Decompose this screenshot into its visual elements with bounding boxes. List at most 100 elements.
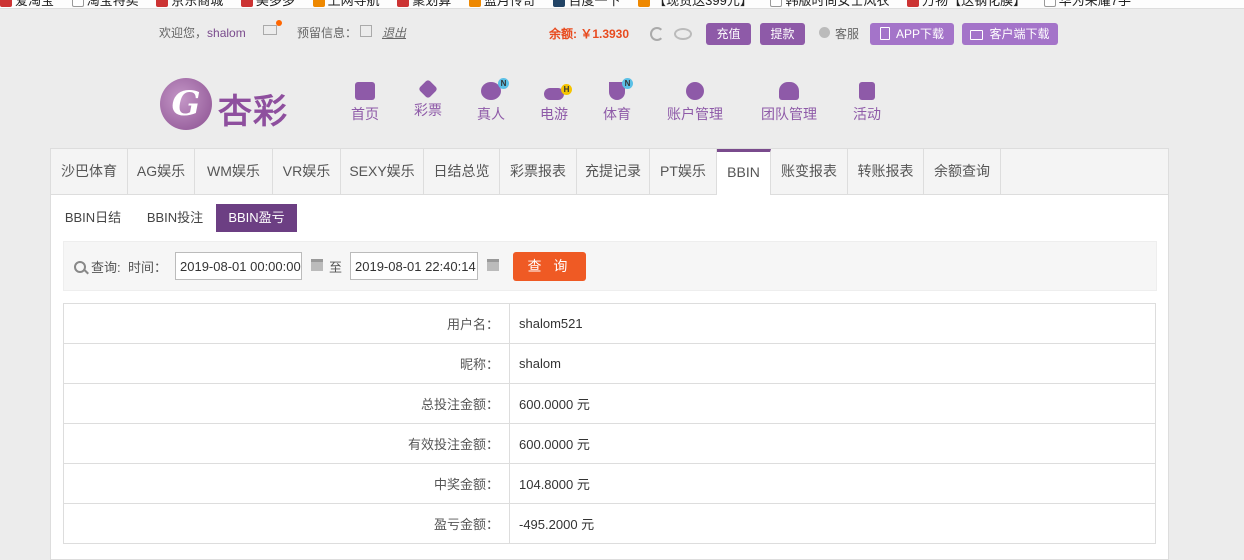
home-icon bbox=[355, 82, 375, 100]
tab-ag[interactable]: AG娱乐 bbox=[128, 149, 195, 194]
row-label: 总投注金额： bbox=[63, 383, 510, 424]
nav-sports[interactable]: N 体育 bbox=[602, 78, 633, 124]
tab-transfer-report[interactable]: 转账报表 bbox=[848, 149, 924, 194]
bookmark-icon bbox=[770, 0, 783, 7]
tab-balance-query[interactable]: 余额查询 bbox=[924, 149, 1001, 194]
bookmark-item[interactable]: 【现货送399元】 bbox=[638, 0, 753, 8]
reserve-info-label: 预留信息： bbox=[297, 26, 358, 40]
balance-display: 余额: ￥1.3930 bbox=[549, 27, 630, 41]
tab-daily-overview[interactable]: 日结总览 bbox=[424, 149, 500, 194]
bookmark-icon bbox=[468, 0, 481, 7]
welcome-text: 欢迎您，shalom bbox=[159, 26, 246, 40]
row-value: shalom521 bbox=[509, 303, 1156, 344]
trophy-icon: N bbox=[609, 78, 633, 100]
query-button[interactable]: 查 询 bbox=[513, 252, 586, 281]
table-row: 总投注金额： 600.0000 元 bbox=[63, 383, 1156, 424]
customer-service-link[interactable]: 客服 bbox=[835, 25, 859, 42]
hide-balance-icon[interactable] bbox=[674, 28, 692, 40]
mail-icon[interactable] bbox=[263, 20, 282, 35]
customer-service-icon[interactable] bbox=[819, 27, 830, 38]
subtab-bbin-profit[interactable]: BBIN盈亏 bbox=[216, 204, 297, 232]
bookmark-icon bbox=[907, 0, 920, 7]
gamepad-icon: H bbox=[544, 84, 572, 100]
tab-pt[interactable]: PT娱乐 bbox=[650, 149, 717, 194]
logout-link[interactable]: 退出 bbox=[382, 24, 406, 41]
nav-team[interactable]: 团队管理 bbox=[759, 82, 819, 124]
bookmark-item[interactable]: 美多多 bbox=[240, 0, 295, 8]
calendar-icon[interactable] bbox=[311, 259, 323, 271]
bookmark-icon bbox=[240, 0, 253, 7]
row-label: 中奖金额： bbox=[63, 463, 510, 504]
bookmark-item[interactable]: 上网导航 bbox=[312, 0, 380, 8]
row-value: 104.8000 元 bbox=[509, 463, 1156, 504]
query-label: 查询: bbox=[91, 260, 121, 275]
monitor-icon bbox=[970, 30, 984, 40]
username: shalom bbox=[207, 26, 246, 40]
nav-lottery[interactable]: 彩票 bbox=[413, 79, 443, 120]
subtab-bbin-daily[interactable]: BBIN日结 bbox=[58, 204, 128, 232]
bookmark-item[interactable]: 蓝月传奇 bbox=[468, 0, 536, 8]
phone-icon bbox=[879, 27, 890, 40]
bookmark-item[interactable]: 韩版时尚女士风衣 bbox=[770, 0, 889, 8]
bookmark-item[interactable]: 万物【送钢化膜】 bbox=[907, 0, 1026, 8]
nav-activity[interactable]: 活动 bbox=[852, 82, 882, 124]
logo-emblem bbox=[160, 78, 212, 130]
nav-egames[interactable]: H 电游 bbox=[539, 82, 572, 124]
nav-live[interactable]: N 真人 bbox=[476, 78, 509, 124]
account-icon bbox=[686, 82, 704, 100]
tab-lottery-report[interactable]: 彩票报表 bbox=[500, 149, 577, 194]
logo-name: 杏彩 bbox=[218, 93, 288, 131]
hot-badge: H bbox=[561, 84, 572, 95]
app-download-button[interactable]: APP下载 bbox=[870, 23, 954, 45]
bookmark-item[interactable]: 爱淘宝 bbox=[0, 0, 54, 8]
tab-vr[interactable]: VR娱乐 bbox=[273, 149, 341, 194]
bookmark-icon bbox=[156, 0, 169, 7]
tab-balance-change[interactable]: 账变报表 bbox=[771, 149, 848, 194]
charge-button[interactable]: 充值 bbox=[706, 23, 751, 45]
row-value: shalom bbox=[509, 343, 1156, 384]
table-row: 中奖金额： 104.8000 元 bbox=[63, 463, 1156, 504]
end-date-input[interactable]: 2019-08-01 22:40:14 bbox=[350, 252, 478, 280]
row-label: 用户名： bbox=[63, 303, 510, 344]
report-tabs: 沙巴体育 AG娱乐 WM娱乐 VR娱乐 SEXY娱乐 日结总览 彩票报表 充提记… bbox=[51, 149, 1168, 195]
top-status-bar: 欢迎您，shalom 预留信息： 退出 余额: ￥1.3930 充值 提款 客服… bbox=[0, 8, 1244, 58]
edit-icon[interactable] bbox=[360, 25, 372, 37]
tab-wm[interactable]: WM娱乐 bbox=[195, 149, 273, 194]
bookmark-icon bbox=[397, 0, 410, 7]
range-separator: 至 bbox=[329, 260, 343, 275]
row-value: -495.2000 元 bbox=[509, 503, 1156, 544]
row-label: 有效投注金额： bbox=[63, 423, 510, 464]
tab-saba-sports[interactable]: 沙巴体育 bbox=[51, 149, 128, 194]
withdraw-button[interactable]: 提款 bbox=[760, 23, 805, 45]
row-label: 盈亏金额： bbox=[63, 503, 510, 544]
bookmark-icon bbox=[1043, 0, 1056, 7]
row-label: 昵称： bbox=[63, 343, 510, 384]
site-logo[interactable]: 杏彩 bbox=[160, 76, 300, 132]
table-row: 有效投注金额： 600.0000 元 bbox=[63, 423, 1156, 464]
calendar-icon[interactable] bbox=[487, 259, 499, 271]
query-bar: 查询: 时间： 2019-08-01 00:00:00 至 2019-08-01… bbox=[63, 241, 1157, 291]
start-date-input[interactable]: 2019-08-01 00:00:00 bbox=[175, 252, 302, 280]
bookmark-item[interactable]: 聚划算 bbox=[397, 0, 451, 8]
nav-account[interactable]: 账户管理 bbox=[665, 82, 725, 124]
bookmark-item[interactable]: 华为荣耀7手 bbox=[1043, 0, 1131, 8]
tab-bbin[interactable]: BBIN bbox=[717, 149, 771, 195]
new-badge: N bbox=[498, 78, 509, 89]
team-icon bbox=[779, 82, 799, 100]
tab-sexy[interactable]: SEXY娱乐 bbox=[341, 149, 424, 194]
tab-deposit-records[interactable]: 充提记录 bbox=[577, 149, 650, 194]
row-value: 600.0000 元 bbox=[509, 423, 1156, 464]
bookmark-icon bbox=[71, 0, 84, 7]
lottery-icon bbox=[418, 79, 438, 99]
bookmark-icon bbox=[553, 0, 566, 7]
bookmark-item[interactable]: 淘宝特卖 bbox=[71, 0, 139, 8]
bookmark-item[interactable]: 京东商城 bbox=[156, 0, 223, 8]
bookmark-item[interactable]: 百度一下 bbox=[553, 0, 621, 8]
table-row: 用户名： shalom521 bbox=[63, 303, 1156, 344]
refresh-icon[interactable] bbox=[650, 27, 664, 41]
client-download-button[interactable]: 客户端下载 bbox=[962, 23, 1058, 45]
subtab-bbin-bets[interactable]: BBIN投注 bbox=[139, 204, 211, 232]
nav-home[interactable]: 首页 bbox=[350, 82, 380, 124]
bookmark-icon bbox=[312, 0, 325, 7]
profit-summary-table: 用户名： shalom521 昵称： shalom 总投注金额： 600.0000 元… bbox=[63, 303, 1156, 544]
